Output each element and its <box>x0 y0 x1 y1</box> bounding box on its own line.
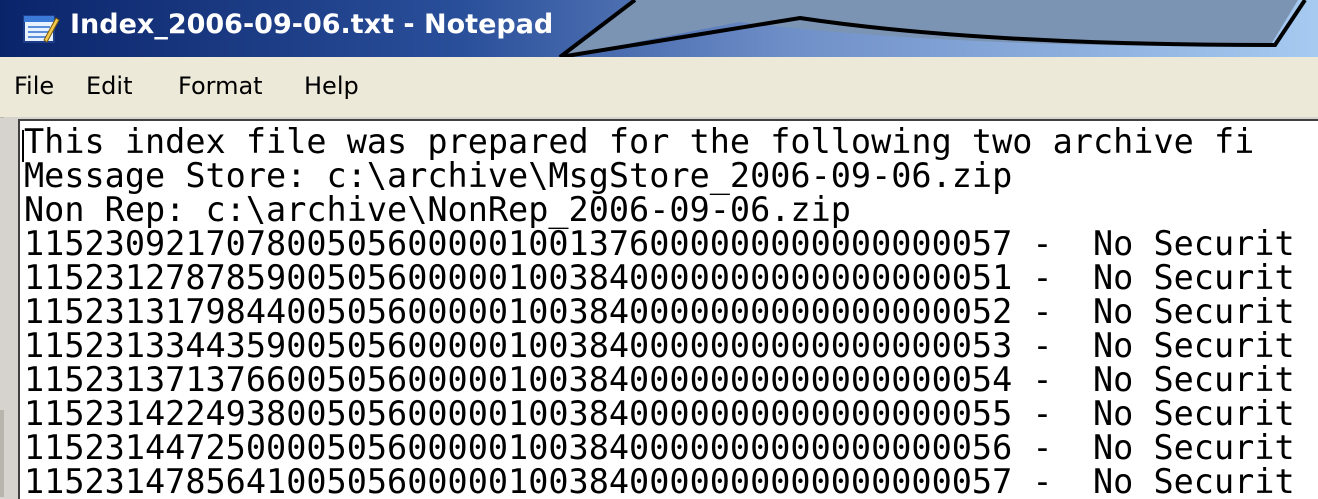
text-line: 1152313713766005056000001003840000000000… <box>24 360 1295 399</box>
menu-edit[interactable]: Edit <box>86 72 132 100</box>
menu-help[interactable]: Help <box>304 72 359 100</box>
text-line: 1152314472500005056000001003840000000000… <box>24 428 1295 467</box>
text-line: Message Store: c:\archive\MsgStore_2006-… <box>24 156 1013 195</box>
notepad-icon <box>23 15 60 43</box>
text-line: 1152313179844005056000001003840000000000… <box>24 292 1295 331</box>
menu-file[interactable]: File <box>14 72 54 100</box>
text-line: 1152314785641005056000001003840000000000… <box>24 462 1295 499</box>
menu-bar: File Edit Format Help <box>0 57 1318 118</box>
editor-frame: This index file was prepared for the fol… <box>4 117 1318 499</box>
text-editor[interactable]: This index file was prepared for the fol… <box>18 119 1318 499</box>
text-line: 1152312787859005056000001003840000000000… <box>24 258 1295 297</box>
menu-format[interactable]: Format <box>178 72 263 100</box>
window-title: Index_2006-09-06.txt - Notepad <box>70 9 554 40</box>
text-line: Non Rep: c:\archive\NonRep_2006-09-06.zi… <box>24 190 851 229</box>
text-line: 1152309217078005056000001001376000000000… <box>24 224 1295 263</box>
text-line: This index file was prepared for the fol… <box>24 122 1255 161</box>
text-line: 1152314224938005056000001003840000000000… <box>24 394 1295 433</box>
text-line: 1152313344359005056000001003840000000000… <box>24 326 1295 365</box>
callout-balloon <box>558 0 1307 59</box>
